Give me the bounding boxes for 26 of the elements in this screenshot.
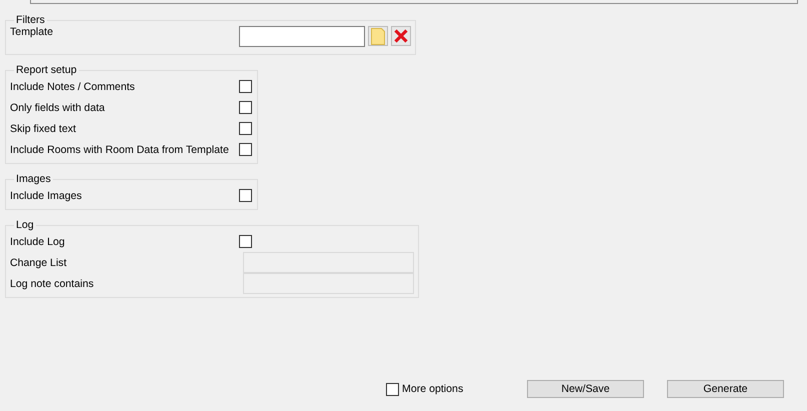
template-field[interactable] [239,26,365,47]
checkbox[interactable] [239,235,252,248]
field-label: Change List [10,256,68,268]
checkbox[interactable] [239,189,252,202]
checkbox[interactable] [239,122,252,135]
checkbox[interactable] [239,80,252,93]
checkbox[interactable] [239,143,252,156]
generate-button[interactable]: Generate [667,380,784,398]
option-label: Skip fixed text [10,122,77,134]
checkbox[interactable] [239,101,252,114]
group-title: Report setup [15,64,78,76]
group-title: Images [15,173,52,185]
clear-button[interactable] [391,26,411,46]
option-label: Only fields with data [10,102,106,114]
option-label: Include Notes / Comments [10,80,136,92]
field-label: Template [10,26,54,38]
checkbox[interactable] [386,382,399,396]
option-label: More options [402,383,464,395]
option-label: Include Images [10,190,83,202]
save-button[interactable]: New/Save [527,380,644,398]
group-title: Filters [15,14,46,26]
option-label: Include Log [10,236,66,248]
group-title: Log [15,219,35,231]
close-icon [394,29,408,43]
field-label: Log note contains [10,278,95,290]
option-label: Include Rooms with Room Data from Template [10,144,230,156]
